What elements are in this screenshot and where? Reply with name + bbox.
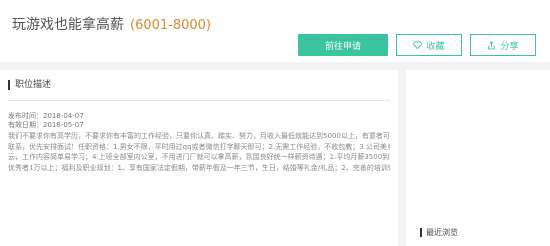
job-description: 我们不要求你有高学历，不要求你有丰富的工作经验，只要你认真、踏实、努力，月收入最…	[8, 131, 390, 173]
job-title: 玩游戏也能拿高薪 (6001-8000)	[12, 14, 211, 34]
recent-views-panel: 最近浏览	[406, 70, 550, 246]
job-title-text: 玩游戏也能拿高薪	[12, 17, 124, 33]
salary-range: (6001-8000)	[130, 18, 212, 33]
job-header: 玩游戏也能拿高薪 (6001-8000) 前往申请 收藏 分享	[0, 0, 550, 62]
job-description-card: 职位描述 发布时间：2018-04-07 有效日期：2018-05-07 我们不…	[0, 70, 398, 246]
description-line: 联系，优先安排面试！任职资格：1.男女不限，平时用过qq或者微信打字聊天即可；2…	[8, 142, 390, 151]
recent-views-title: 最近浏览	[420, 228, 458, 237]
share-button-label: 分享	[500, 41, 519, 52]
apply-button-label: 前往申请	[324, 41, 361, 52]
heart-icon	[413, 41, 423, 49]
valid-until: 有效日期：2018-05-07	[8, 121, 84, 129]
section-divider	[8, 100, 390, 101]
description-line: 云，工作内容简单易学习；4.上班全部室内公室，不用进门厂就可以拿高薪，氛围良好统…	[8, 153, 390, 161]
section-title: 职位描述	[8, 80, 51, 90]
publish-time: 发布时间：2018-04-07	[8, 112, 84, 120]
description-line: 优秀者1万以上；福利及职业规划：1、享有国家法定假期，带薪年假及一年三节，生日，…	[8, 163, 390, 172]
share-icon	[487, 40, 496, 50]
apply-button[interactable]: 前往申请	[298, 34, 388, 56]
favorite-button-label: 收藏	[426, 41, 445, 52]
favorite-button[interactable]: 收藏	[396, 34, 462, 56]
description-line: 我们不要求你有高学历，不要求你有丰富的工作经验，只要你认真、踏实、努力，月收入最…	[8, 132, 390, 140]
share-button[interactable]: 分享	[470, 34, 536, 56]
